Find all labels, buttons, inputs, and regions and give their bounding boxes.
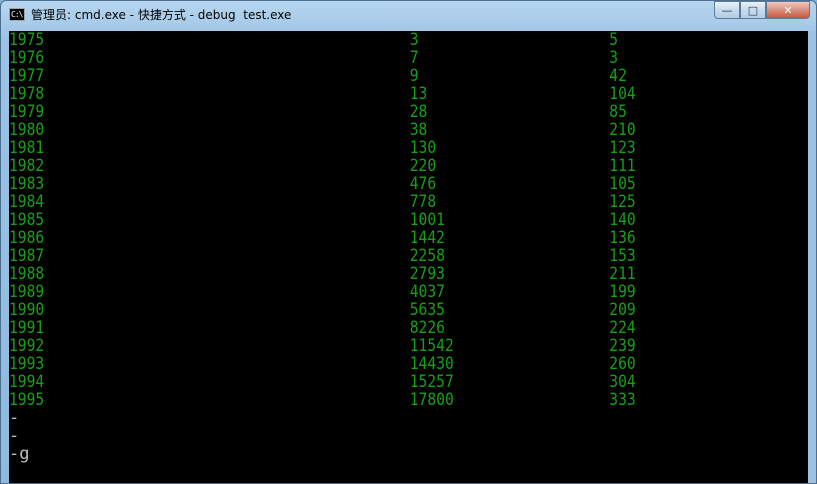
year-cell: 1985 [9, 210, 45, 230]
year-cell: 1989 [9, 282, 45, 302]
year-cell: 1976 [9, 48, 45, 68]
count-cell: 239 [609, 336, 636, 356]
year-cell: 1975 [9, 31, 45, 50]
count-cell: 125 [609, 192, 636, 212]
value-cell: 3 [409, 31, 419, 50]
count-cell: 42 [609, 66, 627, 86]
count-cell: 104 [609, 84, 636, 104]
count-cell: 224 [609, 318, 636, 338]
count-cell: 153 [609, 246, 636, 266]
value-cell: 220 [409, 156, 437, 176]
value-cell: 14430 [409, 354, 454, 374]
value-cell: 11542 [409, 336, 454, 356]
count-cell: 85 [609, 102, 627, 122]
year-cell: 1983 [9, 174, 45, 194]
value-cell: 8226 [409, 318, 445, 338]
count-cell: 210 [609, 120, 636, 140]
year-cell: 1990 [9, 300, 45, 320]
count-cell: 111 [609, 156, 636, 176]
window-title: 管理员: cmd.exe - 快捷方式 - debug test.exe [31, 8, 292, 22]
count-cell: 123 [609, 138, 636, 158]
console-window: C:\ 管理员: cmd.exe - 快捷方式 - debug test.exe… [0, 0, 817, 484]
prompt-line: - [9, 408, 20, 428]
count-cell: 333 [609, 390, 636, 410]
maximize-button[interactable]: □ [740, 1, 766, 19]
prompt-line: - [9, 426, 20, 446]
year-cell: 1980 [9, 120, 45, 140]
year-cell: 1992 [9, 336, 45, 356]
value-cell: 2258 [409, 246, 445, 266]
value-cell: 2793 [409, 264, 445, 284]
count-cell: 211 [609, 264, 636, 284]
value-cell: 17800 [409, 390, 454, 410]
value-cell: 28 [409, 102, 428, 122]
year-cell: 1977 [9, 66, 45, 86]
count-cell: 304 [609, 372, 636, 392]
count-cell: 140 [609, 210, 636, 230]
year-cell: 1982 [9, 156, 45, 176]
value-cell: 15257 [409, 372, 454, 392]
value-cell: 1001 [409, 210, 445, 230]
value-cell: 476 [409, 174, 437, 194]
value-cell: 1442 [409, 228, 445, 248]
year-cell: 1979 [9, 102, 45, 122]
cmd-icon-label: C:\ [11, 10, 23, 19]
close-button[interactable]: ✕ [766, 1, 810, 19]
count-cell: 199 [609, 282, 636, 302]
value-cell: 4037 [409, 282, 445, 302]
value-cell: 13 [409, 84, 428, 104]
minimize-button[interactable]: — [714, 1, 740, 19]
year-cell: 1994 [9, 372, 45, 392]
value-cell: 9 [409, 66, 419, 86]
year-cell: 1993 [9, 354, 45, 374]
year-cell: 1984 [9, 192, 45, 212]
window-controls: — □ ✕ [714, 1, 810, 20]
scrollbar[interactable] [808, 31, 816, 483]
count-cell: 260 [609, 354, 636, 374]
count-cell: 105 [609, 174, 636, 194]
year-cell: 1991 [9, 318, 45, 338]
year-cell: 1995 [9, 390, 45, 410]
value-cell: 38 [409, 120, 428, 140]
year-cell: 1986 [9, 228, 45, 248]
prompt-line: -g [9, 444, 30, 464]
console-output[interactable]: 1975 3 5 1976 7 3 1977 9 42 1978 13 104 1979 28 85 1980… [9, 31, 810, 483]
count-cell: 209 [609, 300, 636, 320]
title-bar[interactable]: C:\ 管理员: cmd.exe - 快捷方式 - debug test.exe… [1, 1, 816, 29]
year-cell: 1981 [9, 138, 45, 158]
count-cell: 3 [609, 48, 619, 68]
year-cell: 1978 [9, 84, 45, 104]
cmd-icon[interactable]: C:\ [9, 8, 25, 21]
year-cell: 1988 [9, 264, 45, 284]
value-cell: 7 [409, 48, 419, 68]
value-cell: 5635 [409, 300, 445, 320]
count-cell: 136 [609, 228, 636, 248]
year-cell: 1987 [9, 246, 45, 266]
count-cell: 5 [609, 31, 619, 50]
value-cell: 778 [409, 192, 437, 212]
value-cell: 130 [409, 138, 437, 158]
